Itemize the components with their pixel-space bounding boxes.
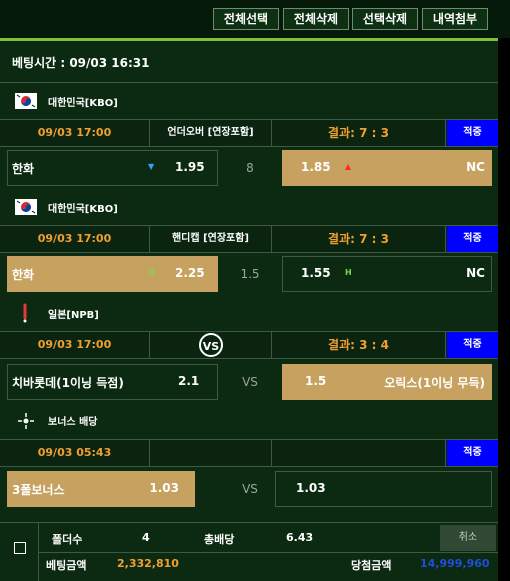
league-header: 일본[NPB] — [0, 298, 498, 328]
market-type: 핸디캡 [연장포함] — [150, 226, 272, 252]
win-amount-label: 당첨금액 — [351, 559, 392, 572]
delete-all-button[interactable]: 전체삭제 — [283, 8, 349, 30]
match-info-row: 09/03 17:00 핸디캡 [연장포함] 결과: 7 : 3 적중 — [0, 225, 498, 253]
line-value: 8 — [246, 161, 254, 175]
away-team: 오릭스(1이닝 무득) — [384, 376, 485, 390]
market-type — [150, 440, 272, 466]
away-team: NC — [466, 160, 485, 174]
line-value: 1.5 — [240, 267, 260, 281]
bet-amount-value: 2,332,810 — [117, 557, 179, 570]
status-badge: 적중 — [447, 332, 498, 358]
market-type: VS — [150, 332, 272, 358]
bet-summary: 폴더수 4 총배당 6.43 취소 베팅금액 2,332,810 당첨금액 14… — [0, 522, 498, 581]
versus-label: VS — [242, 482, 258, 496]
away-odds: 1.03 — [296, 481, 326, 495]
odds-row: 한화 ▼ 1.95 8 1.85 ▲ NC — [0, 148, 498, 188]
home-odds: 2.25 — [175, 266, 205, 280]
away-odds-button[interactable]: 1.5 오릭스(1이닝 무득) — [282, 364, 492, 400]
away-odds-button[interactable]: 1.85 ▲ NC — [282, 150, 492, 186]
league-name: 대한민국[KBO] — [48, 204, 118, 215]
home-team: 한화 — [12, 268, 35, 282]
bet-time: 베팅시간 : 09/03 16:31 — [12, 56, 150, 70]
odds-down-icon: ▼ — [148, 162, 155, 171]
divider — [0, 82, 498, 83]
away-odds-button[interactable]: 1.03 — [275, 471, 492, 507]
home-odds-button[interactable]: 3폴보너스 1.03 — [7, 471, 195, 507]
market-type: 언더오버 [연장포함] — [150, 120, 272, 146]
home-odds: 1.03 — [149, 481, 179, 495]
divider — [0, 522, 498, 523]
match-date: 09/03 17:00 — [0, 120, 150, 146]
home-team: 치바롯데(1이닝 득점) — [12, 376, 124, 390]
away-odds: 1.85 — [301, 160, 331, 174]
odds-up-icon: ▲ — [345, 162, 352, 171]
cancel-button[interactable]: 취소 — [440, 525, 496, 551]
home-odds: 2.1 — [178, 374, 200, 388]
match-info-row: 09/03 05:43 적중 — [0, 439, 498, 467]
folder-count-label: 폴더수 — [52, 533, 83, 546]
match-info-row: 09/03 17:00 언더오버 [연장포함] 결과: 7 : 3 적중 — [0, 119, 498, 147]
away-team: NC — [466, 266, 485, 280]
handicap-icon: H — [148, 268, 155, 277]
league-header: 보너스 배당 — [0, 405, 498, 435]
bet-amount-label: 베팅금액 — [46, 559, 87, 572]
baseball-bat-icon — [23, 303, 27, 323]
match-result: 결과: 7 : 3 — [272, 120, 446, 146]
korea-flag-icon — [15, 199, 37, 215]
home-odds-button[interactable]: 한화 ▼ 1.95 — [7, 150, 218, 186]
total-odds-label: 총배당 — [204, 533, 235, 546]
match-date: 09/03 17:00 — [0, 226, 150, 252]
odds-row: 치바롯데(1이닝 득점) 2.1 VS 1.5 오릭스(1이닝 무득) — [0, 362, 498, 402]
korea-flag-icon — [15, 93, 37, 109]
home-team: 한화 — [12, 162, 35, 176]
match-date: 09/03 05:43 — [0, 440, 150, 466]
home-odds-button[interactable]: 치바롯데(1이닝 득점) 2.1 — [7, 364, 218, 400]
folder-count-value: 4 — [142, 531, 150, 544]
toolbar: 전체선택 전체삭제 선택삭제 내역첨부 — [0, 0, 510, 38]
status-badge: 적중 — [447, 440, 498, 466]
right-edge — [498, 38, 510, 581]
delete-selected-button[interactable]: 선택삭제 — [352, 8, 418, 30]
away-odds-button[interactable]: 1.55 H NC — [282, 256, 492, 292]
select-checkbox[interactable] — [14, 542, 26, 554]
match-result — [272, 440, 446, 466]
odds-row: 한화 H 2.25 1.5 1.55 H NC — [0, 254, 498, 294]
handicap-icon: H — [345, 268, 352, 277]
odds-row: 3폴보너스 1.03 VS 1.03 — [0, 469, 498, 509]
match-info-row: 09/03 17:00 VS 결과: 3 : 4 적중 — [0, 331, 498, 359]
away-odds: 1.55 — [301, 266, 331, 280]
league-name: 일본[NPB] — [48, 310, 99, 321]
home-odds-button[interactable]: 한화 H 2.25 — [7, 256, 218, 292]
divider — [38, 552, 498, 553]
league-header: 대한민국[KBO] — [0, 86, 498, 116]
versus-label: VS — [242, 375, 258, 389]
match-result: 결과: 3 : 4 — [272, 332, 446, 358]
match-result: 결과: 7 : 3 — [272, 226, 446, 252]
home-team: 3폴보너스 — [12, 483, 65, 497]
select-all-button[interactable]: 전체선택 — [213, 8, 279, 30]
bonus-sparkle-icon — [18, 413, 34, 429]
win-amount-value: 14,999,960 — [420, 557, 490, 570]
league-name: 대한민국[KBO] — [48, 98, 118, 109]
league-name: 보너스 배당 — [48, 417, 98, 428]
versus-icon: VS — [198, 333, 223, 357]
match-date: 09/03 17:00 — [0, 332, 150, 358]
svg-text:VS: VS — [202, 340, 219, 353]
league-header: 대한민국[KBO] — [0, 192, 498, 222]
attach-history-button[interactable]: 내역첨부 — [422, 8, 488, 30]
status-badge: 적중 — [447, 226, 498, 252]
status-badge: 적중 — [447, 120, 498, 146]
home-odds: 1.95 — [175, 160, 205, 174]
total-odds-value: 6.43 — [286, 531, 314, 544]
away-odds: 1.5 — [305, 374, 327, 388]
